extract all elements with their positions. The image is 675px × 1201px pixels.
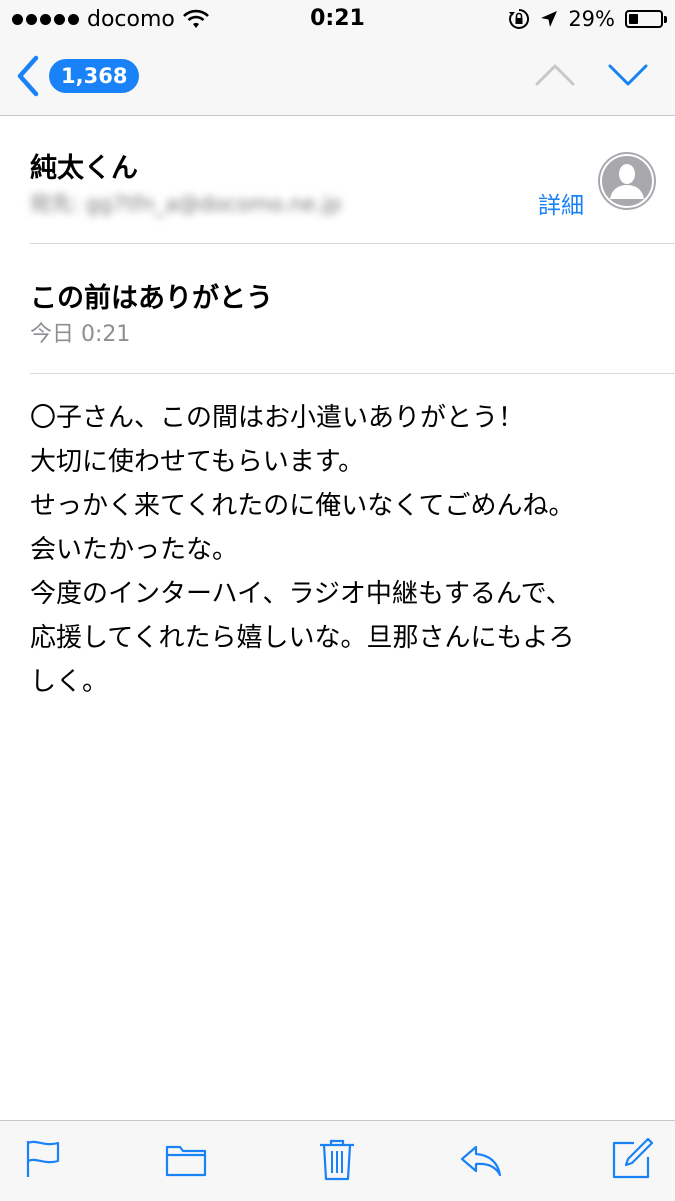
compose-icon[interactable] (610, 1137, 654, 1181)
chevron-up-icon[interactable] (535, 62, 575, 88)
body-line: せっかく来てくれたのに俺いなくてごめんね。 (30, 491, 575, 521)
message-body: 〇子さん、この間はお小遣いありがとう！ 大切に使わせてもらいます。 せっかく来て… (30, 396, 650, 704)
trash-icon[interactable] (315, 1137, 359, 1181)
battery-fill (629, 14, 638, 24)
avatar[interactable] (598, 152, 656, 210)
date: 今日 0:21 (30, 322, 131, 347)
subject-divider (30, 373, 675, 374)
status-right: 29% (508, 6, 667, 32)
status-bar: docomo 0:21 29% (0, 0, 675, 40)
flag-icon[interactable] (22, 1137, 66, 1181)
reply-icon[interactable] (458, 1137, 502, 1181)
body-line: 今度のインターハイ、ラジオ中継もするんで、 (30, 579, 572, 609)
recipient-line: 宛先: gg7tfn_a@docomo.ne.jp (30, 192, 342, 216)
sender-name: 純太くん (30, 153, 138, 184)
bottom-toolbar (0, 1120, 675, 1201)
battery-icon (625, 10, 667, 28)
person-silhouette-icon (600, 154, 654, 208)
body-line: しく。 (30, 667, 109, 697)
orientation-lock-icon (509, 8, 530, 29)
body-line: 応援してくれたら嬉しいな。旦那さんにもよろ (30, 623, 575, 653)
location-arrow-icon (541, 11, 558, 27)
body-line: 会いたかったな。 (30, 535, 239, 565)
chevron-down-icon[interactable] (608, 62, 648, 88)
back-button-badge[interactable]: 1,368 (49, 59, 140, 93)
subject: この前はありがとう (30, 283, 273, 314)
details-link[interactable]: 詳細 (538, 186, 584, 220)
battery-percent: 29% (568, 7, 615, 31)
message-header: 純太くん 宛先: gg7tfn_a@docomo.ne.jp 詳細 (0, 116, 675, 244)
header-divider (30, 243, 675, 244)
folder-icon[interactable] (164, 1137, 208, 1181)
body-line: 〇子さん、この間はお小遣いありがとう！ (30, 403, 525, 433)
nav-bar: 1,368 (0, 40, 675, 116)
body-line: 大切に使わせてもらいます。 (30, 447, 365, 477)
chevron-left-icon[interactable] (14, 54, 44, 98)
